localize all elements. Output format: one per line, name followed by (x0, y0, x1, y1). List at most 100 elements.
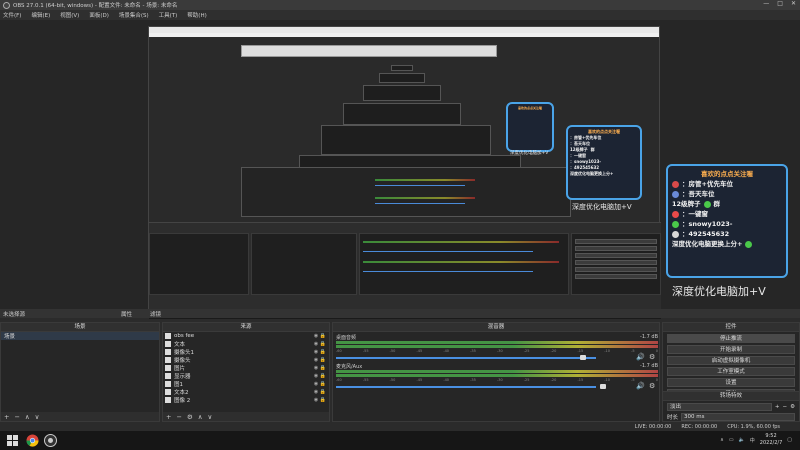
target-icon (672, 210, 679, 218)
source-settings-gear-icon[interactable]: ⚙ (187, 413, 193, 421)
menu-edit[interactable]: 编辑(E) (31, 11, 50, 19)
minimize-button[interactable]: — (763, 0, 769, 7)
source-item[interactable]: 摄像头 ◉ 🔒 (163, 356, 329, 364)
visibility-eye-icon[interactable]: ◉ 🔒 (314, 389, 326, 395)
source-item[interactable]: 图片 ◉ 🔒 (163, 364, 329, 372)
track-name: 麦克风/Aux (336, 364, 363, 370)
window-titlebar: OBS 27.0.1 (64-bit, windows) - 配置文件: 未命名… (0, 0, 800, 10)
notification-icon[interactable]: ▢ (787, 437, 792, 443)
promo-caption-medium: 深度优化电脑加+V (572, 203, 632, 211)
properties-button[interactable]: 属性 (121, 310, 132, 318)
source-up-button[interactable]: ∧ (198, 413, 203, 421)
car-icon (672, 190, 679, 198)
source-item[interactable]: obs fee ◉ 🔒 (163, 332, 329, 340)
scenes-header: 场景 (1, 323, 159, 332)
source-item[interactable]: 文本2 ◉ 🔒 (163, 388, 329, 396)
scene-item[interactable]: 场景 (1, 332, 159, 340)
mixer-track-mic: 麦克风/Aux -1.7 dB -60 -55 -50 -45 -40 -35 -30 -25-… (336, 363, 658, 390)
remove-transition-button[interactable]: − (782, 404, 787, 410)
volume-meter (336, 341, 658, 344)
network-icon[interactable]: ▭ (729, 437, 734, 443)
visibility-eye-icon[interactable]: ◉ 🔒 (314, 333, 326, 339)
visibility-eye-icon[interactable]: ◉ 🔒 (314, 381, 326, 387)
volume-slider[interactable]: 🔊 ⚙ (336, 382, 658, 390)
transition-settings-gear-icon[interactable]: ⚙ (790, 404, 795, 410)
start-virtual-camera-button[interactable]: 启动虚拟摄像机 (667, 356, 795, 365)
promo-card-small: 喜欢的点点关注喔 (506, 102, 554, 152)
visibility-eye-icon[interactable]: ◉ 🔒 (314, 341, 326, 347)
add-transition-button[interactable]: + (775, 404, 780, 410)
maximize-button[interactable]: □ (777, 0, 783, 7)
volume-meter (336, 370, 658, 373)
windows-start-icon[interactable] (6, 434, 19, 447)
chrome-icon[interactable] (26, 434, 39, 447)
speaker-icon[interactable]: 🔊 (636, 353, 645, 361)
menu-scene-collection[interactable]: 场景集合(S) (119, 11, 149, 19)
tray-chevron-icon[interactable]: ∧ (720, 437, 724, 443)
ime-icon[interactable]: 中 (750, 437, 755, 444)
speaker-icon[interactable]: 🔊 (636, 382, 645, 390)
stop-streaming-button[interactable]: 停止推流 (667, 334, 795, 343)
transition-select[interactable]: 淡出 (667, 403, 772, 411)
gear-icon[interactable]: ⚙ (649, 353, 655, 361)
menu-help[interactable]: 帮助(H) (187, 11, 206, 19)
close-button[interactable]: ✕ (791, 0, 796, 7)
image-icon (165, 341, 171, 347)
image-icon (165, 357, 171, 363)
settings-button[interactable]: 设置 (667, 378, 795, 387)
source-toolbar: 未选择源 属性 滤镜 (0, 309, 800, 318)
slider-handle[interactable] (600, 384, 606, 389)
slider-handle[interactable] (580, 355, 586, 360)
image-icon (165, 365, 171, 371)
scene-up-button[interactable]: ∧ (25, 413, 30, 421)
audio-mixer-dock: 混音器 桌面音频 -1.7 dB -60 -55 -50 -45 -40 -35 -30 -25… (332, 322, 660, 422)
track-name: 桌面音频 (336, 335, 357, 341)
volume-meter (336, 374, 658, 377)
source-item[interactable]: 图像 2 ◉ 🔒 (163, 396, 329, 404)
start-recording-button[interactable]: 开始录制 (667, 345, 795, 354)
window-title: OBS 27.0.1 (64-bit, windows) - 配置文件: 未命名… (13, 3, 178, 9)
meter-scale: -60 -55 -50 -45 -40 -35 -30 -25 -20 -15 -10 -5 0 (336, 378, 658, 382)
source-item[interactable]: 图1 ◉ 🔒 (163, 380, 329, 388)
gear-icon[interactable]: ⚙ (649, 382, 655, 390)
menu-docks[interactable]: 面板(D) (89, 11, 109, 19)
source-item[interactable]: 文本 ◉ 🔒 (163, 340, 329, 348)
source-item[interactable]: 显示器 ◉ 🔒 (163, 372, 329, 380)
taskbar: ∧ ▭ 🔈 中 9:52 2022/2/7 ▢ (0, 431, 800, 450)
filters-button[interactable]: 滤镜 (150, 310, 161, 318)
remove-scene-button[interactable]: − (14, 413, 19, 421)
remove-source-button[interactable]: − (176, 413, 181, 421)
obs-taskbar-icon[interactable] (44, 434, 57, 447)
menu-file[interactable]: 文件(F) (3, 11, 21, 19)
promo-card-medium: 喜欢的点点关注喔 ：房管+优先车位 ：吾天车位 12级牌子群 ：一键窗 ：sno… (566, 125, 642, 200)
source-item[interactable]: 摄像头1 ◉ 🔒 (163, 348, 329, 356)
live-status: LIVE: 00:00:00 (634, 423, 672, 430)
visibility-eye-icon[interactable]: ◉ 🔒 (314, 365, 326, 371)
menu-tools[interactable]: 工具(T) (159, 11, 178, 19)
sources-header: 来源 (163, 323, 329, 332)
volume-icon[interactable]: 🔈 (739, 437, 745, 443)
no-source-label: 未选择源 (3, 311, 26, 318)
duration-label: 时长 (667, 415, 679, 421)
transitions-header: 转场特效 (663, 392, 799, 401)
visibility-eye-icon[interactable]: ◉ 🔒 (314, 349, 326, 355)
text-icon (165, 333, 171, 339)
obs-logo-icon (3, 1, 10, 9)
visibility-eye-icon[interactable]: ◉ 🔒 (314, 397, 326, 403)
visibility-eye-icon[interactable]: ◉ 🔒 (314, 357, 326, 363)
visibility-eye-icon[interactable]: ◉ 🔒 (314, 373, 326, 379)
add-scene-button[interactable]: + (4, 413, 9, 421)
transitions-dock: 转场特效 淡出 + − ⚙ 时长 300 ms (662, 391, 800, 422)
clock[interactable]: 9:52 2022/2/7 (760, 433, 782, 447)
studio-mode-button[interactable]: 工作室模式 (667, 367, 795, 376)
scene-down-button[interactable]: ∨ (35, 413, 40, 421)
image-icon (165, 349, 171, 355)
add-source-button[interactable]: + (166, 413, 171, 421)
source-down-button[interactable]: ∨ (208, 413, 213, 421)
track-db: -1.7 dB (640, 334, 658, 340)
duration-input[interactable]: 300 ms (681, 413, 795, 421)
volume-slider[interactable]: 🔊 ⚙ (336, 353, 658, 361)
menu-view[interactable]: 视图(V) (60, 11, 79, 19)
image-icon (165, 373, 171, 379)
wechat-icon (672, 220, 679, 228)
